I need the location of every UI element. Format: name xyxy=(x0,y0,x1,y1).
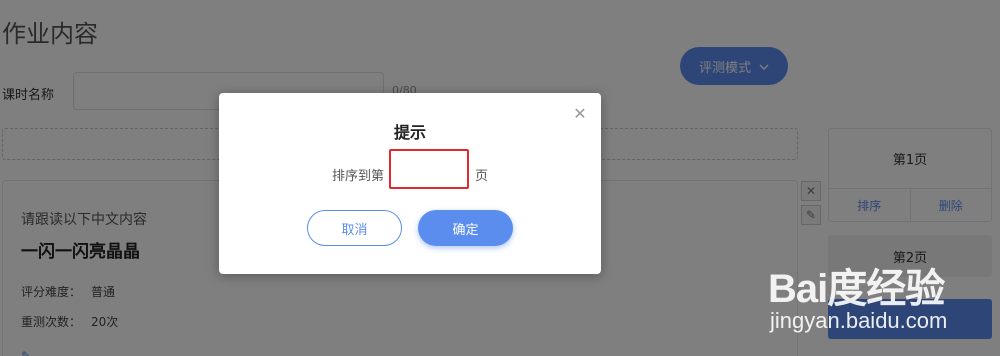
sort-suffix-label: 页 xyxy=(475,169,489,184)
cancel-button[interactable]: 取消 xyxy=(307,210,402,246)
watermark-logo: Bai度经验 xyxy=(768,267,945,311)
dialog-title: 提示 xyxy=(393,123,426,142)
close-icon[interactable]: ✕ xyxy=(571,105,589,123)
confirm-button[interactable]: 确定 xyxy=(418,210,513,246)
sort-prefix-label: 排序到第 xyxy=(332,169,385,184)
sort-dialog: 提示 ✕ 排序到第 页 取消 确定 xyxy=(219,93,601,274)
sort-page-input[interactable] xyxy=(389,149,469,189)
watermark-url: jingyan.baidu.com xyxy=(770,308,948,333)
baidu-jingyan-watermark: Bai度经验 jingyan.baidu.com xyxy=(768,250,1000,356)
